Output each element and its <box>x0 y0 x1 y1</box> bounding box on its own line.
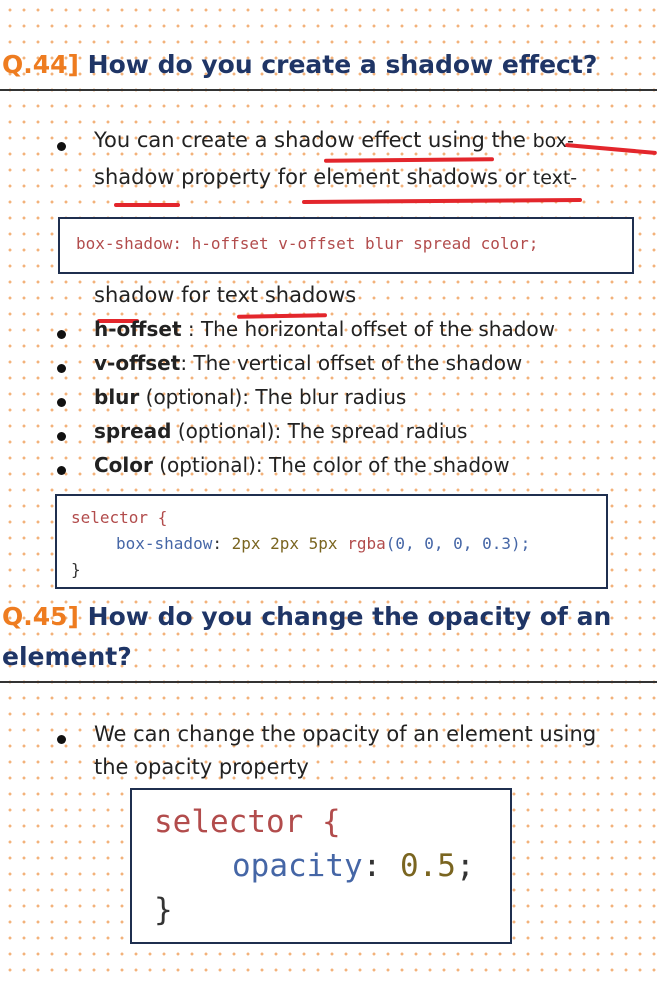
q45-text-line1: We can change the opacity of an element … <box>94 722 597 746</box>
q45-divider <box>0 681 657 683</box>
code-selector: selector { <box>71 508 168 527</box>
bullet-icon <box>57 142 66 151</box>
q45-heading-line2: element? <box>2 642 132 671</box>
highlight-underline <box>323 157 495 163</box>
q45-title: How do you change the opacity of an <box>78 602 612 631</box>
code-close: } <box>154 892 173 928</box>
code-declaration: opacity: 0.5; <box>232 848 475 884</box>
q44-intro-line2: shadow property for element shadows or t… <box>94 165 578 189</box>
bullet-icon <box>57 466 66 475</box>
bullet-h-offset: h-offset : The horizontal offset of the … <box>94 317 556 341</box>
code-selector: selector { <box>154 804 341 840</box>
highlight-underline <box>301 198 583 204</box>
code-block-opacity: selector { opacity: 0.5; } <box>130 788 512 944</box>
code-line: box-shadow: h-offset v-offset blur sprea… <box>76 234 539 253</box>
q44-title: How do you create a shadow effect? <box>78 50 598 79</box>
q44-intro-line1: You can create a shadow effect using the… <box>94 128 574 152</box>
q44-heading: Q.44] How do you create a shadow effect? <box>2 50 597 79</box>
code-declaration: box-shadow: 2px 2px 5px rgba(0, 0, 0, 0.… <box>116 534 531 553</box>
bullet-icon <box>57 330 66 339</box>
bullet-icon <box>57 432 66 441</box>
bullet-v-offset: v-offset: The vertical offset of the sha… <box>94 351 523 375</box>
q44-number: Q.44] <box>2 50 79 79</box>
bullet-blur: blur (optional): The blur radius <box>94 385 407 409</box>
bullet-spread: spread (optional): The spread radius <box>94 419 468 443</box>
q45-number: Q.45] <box>2 602 79 631</box>
q45-text-line2: the opacity property <box>94 755 309 779</box>
code-block-box-shadow-syntax: box-shadow: h-offset v-offset blur sprea… <box>58 217 634 274</box>
bullet-icon <box>57 364 66 373</box>
q44-divider <box>0 89 657 91</box>
highlight-underline <box>565 142 657 156</box>
q44-intro-line3: shadow for text shadows <box>94 283 357 307</box>
highlight-underline <box>114 203 180 207</box>
bullet-icon <box>57 398 66 407</box>
code-block-box-shadow-example: selector { box-shadow: 2px 2px 5px rgba(… <box>55 494 608 589</box>
code-close: } <box>71 560 81 579</box>
bullet-icon <box>57 735 66 744</box>
q45-heading-line1: Q.45] How do you change the opacity of a… <box>2 602 611 631</box>
bullet-color: Color (optional): The color of the shado… <box>94 453 510 477</box>
